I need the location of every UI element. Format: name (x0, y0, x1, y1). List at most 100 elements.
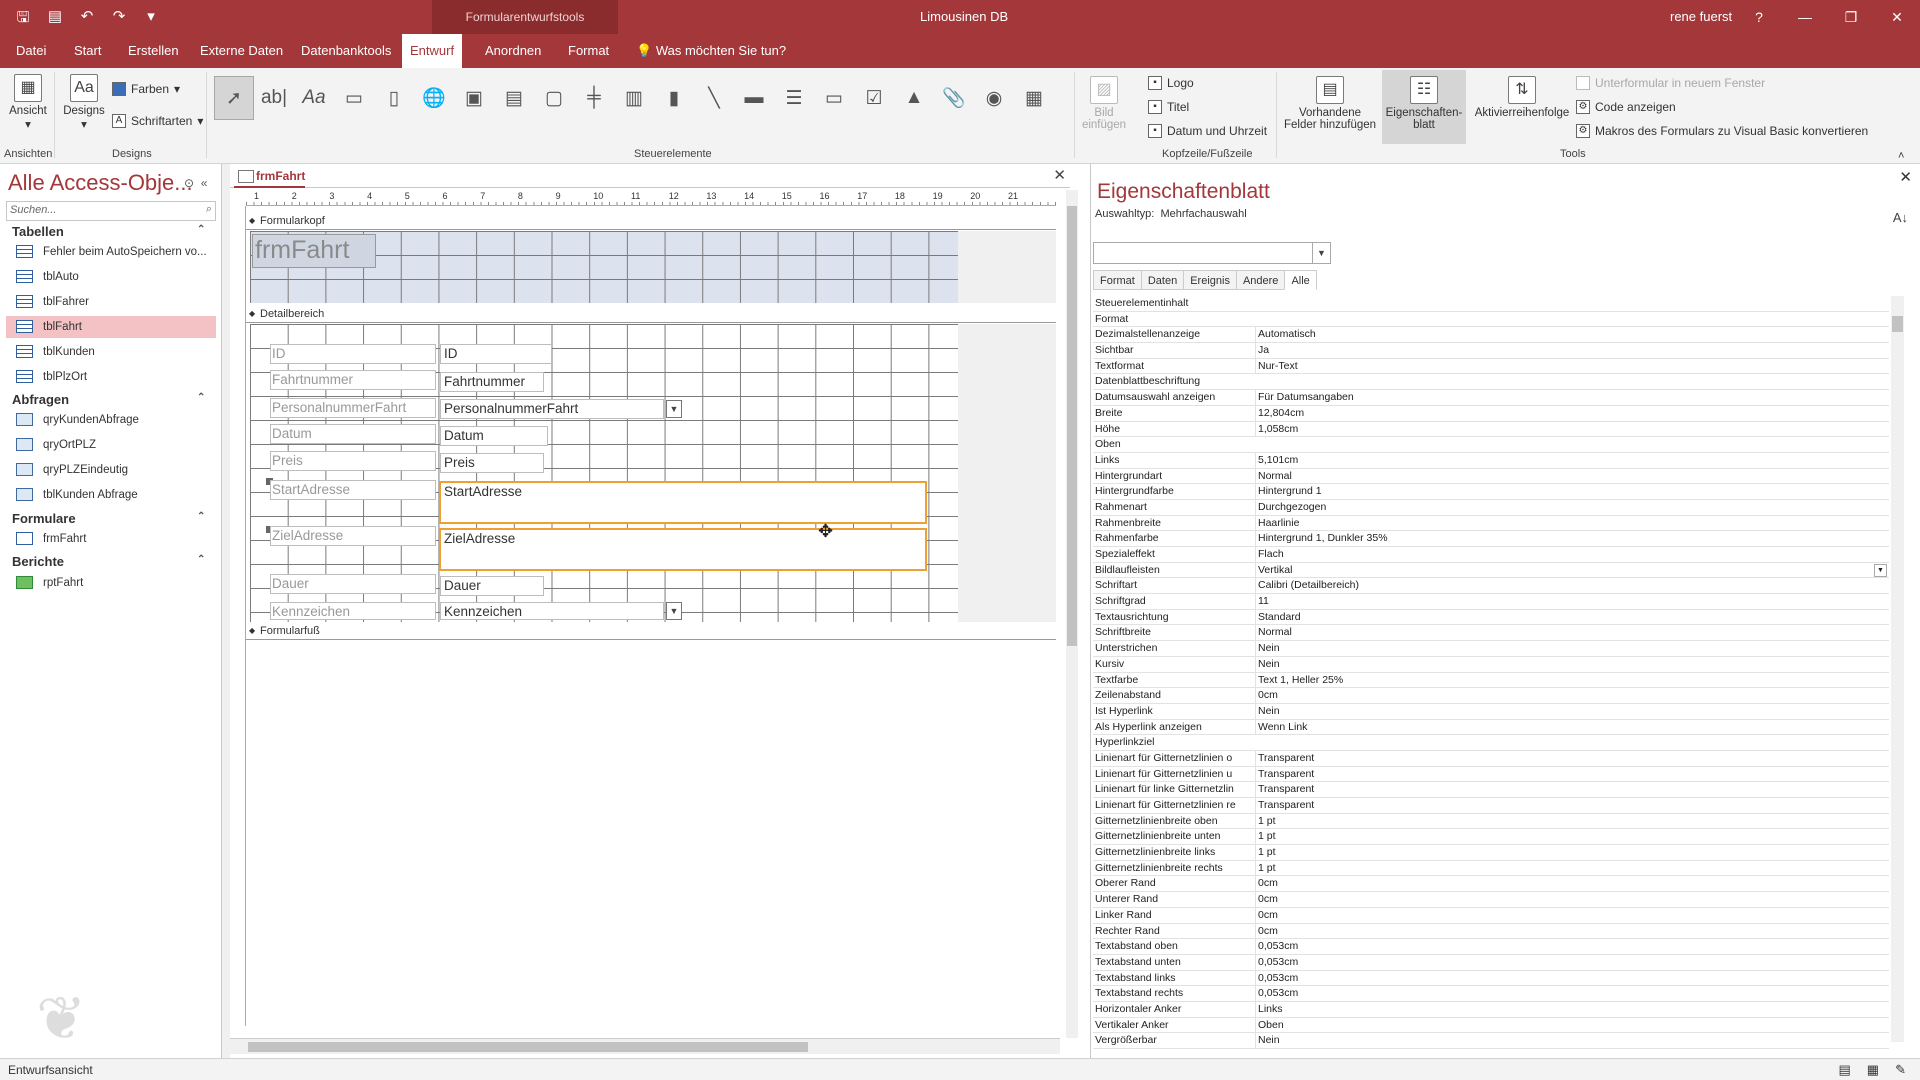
property-value[interactable]: Für Datumsangaben (1255, 390, 1885, 406)
property-row[interactable]: Textausrichtung Standard (1093, 609, 1889, 626)
minimize-button[interactable]: — (1782, 0, 1828, 34)
property-value[interactable]: Transparent (1255, 766, 1885, 783)
ansicht-button[interactable]: ▦ Ansicht ▾ (6, 74, 50, 131)
sort-icon[interactable]: A↓ (1893, 210, 1908, 225)
list-box-control-icon[interactable]: ☰ (774, 76, 814, 120)
prop-tab-daten[interactable]: Daten (1140, 270, 1185, 290)
property-value[interactable]: Flach (1255, 547, 1885, 563)
property-row[interactable]: Höhe 1,058cm (1093, 421, 1889, 438)
property-row[interactable]: Linienart für Gitternetzlinien re Transpa… (1093, 798, 1889, 814)
label-datum[interactable]: Datum (270, 424, 436, 444)
property-row[interactable]: Rahmenfarbe Hintergrund 1, Dunkler 35% (1093, 531, 1889, 548)
section-header-formularkopf[interactable]: Formularkopf (246, 212, 1056, 230)
property-row[interactable]: Textfarbe Text 1, Heller 25% (1093, 672, 1889, 689)
field-dauer[interactable]: Dauer (440, 576, 544, 596)
property-row[interactable]: Sichtbar Ja (1093, 343, 1889, 359)
horizontal-scrollbar[interactable] (230, 1038, 1060, 1054)
property-value[interactable]: Nein (1255, 703, 1885, 720)
property-value[interactable]: Durchgezogen (1255, 499, 1885, 516)
label-kennzeichen[interactable]: Kennzeichen (270, 602, 436, 620)
collapse-ribbon-icon[interactable]: ˄ (1898, 150, 1904, 162)
property-row[interactable]: Datenblattbeschriftung (1093, 374, 1889, 391)
nav-collapse-icon[interactable]: « (201, 176, 208, 190)
rectangle-control-icon[interactable]: ▭ (814, 76, 854, 120)
tab-datenbanktools[interactable]: Datenbanktools (293, 34, 399, 68)
property-row[interactable]: Format (1093, 312, 1889, 328)
property-row[interactable]: Horizontaler Anker Links (1093, 1001, 1889, 1018)
makros-konvertieren-button[interactable]: ⚙ Makros des Formulars zu Visual Basic ko… (1576, 124, 1868, 138)
property-value[interactable]: 1 pt (1255, 829, 1885, 846)
property-value[interactable]: 0,053cm (1255, 970, 1885, 987)
property-row[interactable]: Spezialeffekt Flach (1093, 547, 1889, 563)
nav-item-query[interactable]: tblKunden Abfrage (6, 484, 216, 506)
property-row[interactable]: Gitternetzlinienbreite oben 1 pt (1093, 813, 1889, 830)
property-row[interactable]: Breite 12,804cm (1093, 405, 1889, 422)
nav-item-table[interactable]: tblAuto (6, 266, 216, 288)
scroll-thumb[interactable] (1892, 316, 1903, 332)
select-pointer-icon[interactable]: ➚ (214, 76, 254, 120)
form-view-icon[interactable]: ▤ (46, 7, 64, 32)
customize-qat-icon[interactable]: ▾ (142, 7, 160, 32)
option-group-icon[interactable]: ▢ (534, 76, 574, 120)
label-startadresse[interactable]: StartAdresse (270, 480, 436, 500)
combo-dropdown-icon[interactable]: ▼ (666, 400, 682, 418)
field-preis[interactable]: Preis (440, 453, 544, 473)
help-button[interactable]: ? (1736, 0, 1782, 34)
property-row[interactable]: Schriftgrad 11 (1093, 594, 1889, 610)
schriftarten-button[interactable]: A Schriftarten ▾ (112, 114, 203, 128)
property-value[interactable]: Transparent (1255, 798, 1885, 814)
nav-item-table[interactable]: tblPlzOrt (6, 366, 216, 388)
nav-item-table[interactable]: tblKunden (6, 341, 216, 363)
close-property-sheet-icon[interactable]: ✕ (1899, 168, 1912, 186)
property-row[interactable]: Unterer Rand 0cm (1093, 892, 1889, 908)
label-personalnummerfahrt[interactable]: PersonalnummerFahrt (270, 398, 436, 418)
property-value[interactable]: 5,101cm (1255, 452, 1885, 469)
property-row[interactable]: Steuerelementinhalt (1093, 296, 1889, 312)
nav-section-formulare[interactable]: Formulare ⌃ (12, 511, 205, 526)
property-scrollbar[interactable] (1891, 296, 1904, 1042)
field-fahrtnummer[interactable]: Fahrtnummer (440, 372, 544, 392)
property-value[interactable]: Transparent (1255, 782, 1885, 799)
property-row[interactable]: Links 5,101cm (1093, 452, 1889, 469)
form-title-label[interactable]: frmFahrt (252, 234, 376, 268)
object-selector-combo[interactable]: ▼ (1093, 242, 1331, 264)
property-value[interactable]: Nein (1255, 641, 1885, 657)
prop-tab-format[interactable]: Format (1093, 270, 1142, 290)
chevron-up-icon[interactable]: ⌃ (197, 554, 205, 565)
property-value[interactable]: 0,053cm (1255, 954, 1885, 971)
property-value[interactable]: Standard (1255, 609, 1885, 626)
property-value[interactable]: Haarlinie (1255, 515, 1885, 532)
property-value[interactable]: Automatisch (1255, 327, 1885, 344)
nav-menu-icon[interactable]: ⊙ (184, 176, 194, 190)
property-row[interactable]: Textabstand rechts 0,053cm (1093, 986, 1889, 1002)
property-row[interactable]: Rahmenart Durchgezogen (1093, 499, 1889, 516)
prop-tab-ereignis[interactable]: Ereignis (1183, 270, 1237, 290)
checkbox-control-icon[interactable]: ☑ (854, 76, 894, 120)
web-browser-control-icon[interactable]: ▣ (454, 76, 494, 120)
label-id[interactable]: ID (270, 344, 436, 364)
nav-header[interactable]: Alle Access-Obje... (8, 170, 193, 196)
property-value[interactable]: Normal (1255, 625, 1885, 642)
chevron-down-icon[interactable]: ▼ (1312, 243, 1330, 263)
property-row[interactable]: Datumsauswahl anzeigen Für Datumsangaben (1093, 390, 1889, 406)
aktivierreihenfolge-button[interactable]: ⇅ Aktivierreihenfolge (1470, 76, 1574, 119)
combo-dropdown-icon[interactable]: ▼ (666, 602, 682, 620)
design-view-icon[interactable]: ✎ (1895, 1059, 1906, 1080)
nav-item-form[interactable]: frmFahrt (6, 528, 216, 550)
property-row[interactable]: Linker Rand 0cm (1093, 907, 1889, 924)
nav-section-abfragen[interactable]: Abfragen ⌃ (12, 392, 205, 407)
vorhandene-felder-button[interactable]: ▤ Vorhandene Felder hinzufügen (1282, 76, 1378, 131)
property-value[interactable]: Links (1255, 1001, 1885, 1018)
property-value[interactable]: 1 pt (1255, 845, 1885, 861)
property-row[interactable]: Rahmenbreite Haarlinie (1093, 515, 1889, 532)
bild-einfuegen-button[interactable]: ▨ Bild einfügen (1080, 76, 1128, 131)
property-row[interactable]: Rechter Rand 0cm (1093, 923, 1889, 940)
property-value[interactable]: Ja (1255, 343, 1885, 359)
nav-item-query[interactable]: qryOrtPLZ (6, 434, 216, 456)
property-row[interactable]: Textabstand links 0,053cm (1093, 970, 1889, 987)
property-value[interactable]: Normal (1255, 468, 1885, 485)
restore-button[interactable]: ❐ (1828, 0, 1874, 34)
property-row[interactable]: Bildlaufleisten Vertikal ▼ (1093, 562, 1889, 579)
label-dauer[interactable]: Dauer (270, 574, 436, 594)
nav-item-report[interactable]: rptFahrt (6, 572, 216, 594)
